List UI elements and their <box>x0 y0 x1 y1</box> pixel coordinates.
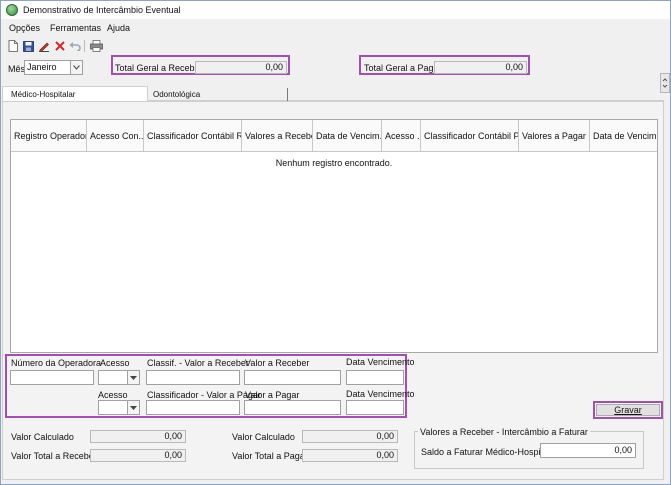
col-classificador-r[interactable]: Classificador Contábil R... <box>144 120 242 151</box>
col-acesso-con[interactable]: Acesso Con... <box>87 120 144 151</box>
col-acesso[interactable]: Acesso ... <box>382 120 421 151</box>
title-bar: Demonstrativo de Intercâmbio Eventual <box>1 1 670 19</box>
classif-pagar-input[interactable] <box>146 400 240 415</box>
valor-calculado-receber-label: Valor Calculado <box>11 432 74 442</box>
saldo-group-title: Valores a Receber - Intercâmbio a Fatura… <box>418 427 590 437</box>
save-icon[interactable] <box>21 39 35 53</box>
col-data-vencim-2[interactable]: Data de Vencim... <box>590 120 657 151</box>
empty-message: Nenhum registro encontrado. <box>275 158 393 168</box>
tab-odonto-label: Odontológica <box>153 90 201 99</box>
new-document-icon[interactable] <box>6 39 20 53</box>
valor-pagar-label: Valor a Pagar <box>245 390 300 400</box>
classif-receber-label: Classif. - Valor a Receber <box>147 358 249 368</box>
total-receber-label: Total Geral a Receber: <box>115 63 206 73</box>
valor-calculado-pagar-label: Valor Calculado <box>232 432 295 442</box>
col-valores-pagar[interactable]: Valores a Pagar <box>519 120 590 151</box>
acesso-pagar-select[interactable] <box>98 400 140 415</box>
chevron-down-icon[interactable] <box>127 401 139 414</box>
grid-header: Registro Operadora Acesso Con... Classif… <box>11 120 657 152</box>
acesso-pagar-label: Acesso <box>98 390 128 400</box>
saldo-input[interactable]: 0,00 <box>540 443 636 458</box>
valor-total-pagar-value: 0,00 <box>302 449 398 462</box>
valor-receber-input[interactable] <box>244 370 341 385</box>
data-venc-pagar-input[interactable] <box>346 400 404 415</box>
data-venc-pagar-label: Data Vencimento <box>346 389 415 399</box>
menu-ajuda[interactable]: Ajuda <box>107 23 130 33</box>
edit-icon[interactable] <box>37 39 51 53</box>
tab-medico-hospitalar[interactable]: Médico-Hospitalar <box>2 86 148 101</box>
acesso-receber-label: Acesso <box>100 358 130 368</box>
col-registro-operadora[interactable]: Registro Operadora <box>11 120 87 151</box>
toolbar-separator <box>84 40 85 52</box>
tab-odontologica[interactable]: Odontológica <box>148 88 288 101</box>
valor-receber-label: Valor a Receber <box>245 358 310 368</box>
total-pagar-label: Total Geral a Pagar: <box>364 63 445 73</box>
acesso-receber-value <box>99 371 127 384</box>
saldo-label: Saldo a Faturar Médico-Hospitalar <box>421 447 559 457</box>
valor-calculado-receber-value: 0,00 <box>90 430 186 443</box>
print-icon[interactable] <box>89 39 103 53</box>
gravar-button[interactable]: Gravar <box>596 404 660 416</box>
valor-total-pagar-label: Valor Total a Pagar <box>232 451 308 461</box>
classif-receber-input[interactable] <box>146 370 240 385</box>
chevron-down-icon[interactable] <box>70 61 82 74</box>
delete-icon[interactable] <box>53 39 67 53</box>
menu-opcoes[interactable]: Opções <box>9 23 40 33</box>
acesso-pagar-value <box>99 401 127 414</box>
data-venc-receber-input[interactable] <box>346 370 404 385</box>
mes-value: Janeiro <box>27 62 57 72</box>
valor-total-receber-label: Valor Total a Receber <box>11 451 97 461</box>
col-classificador-p[interactable]: Classificador Contábil P... <box>421 120 519 151</box>
mes-label: Mês <box>8 64 26 74</box>
scroll-arrow[interactable] <box>660 73 670 93</box>
total-pagar-value: 0,00 <box>434 61 527 74</box>
numero-operadora-label: Número da Operadora <box>11 358 102 368</box>
total-receber-value: 0,00 <box>195 61 287 74</box>
col-data-vencim-1[interactable]: Data de Vencim... <box>313 120 382 151</box>
mes-select[interactable]: Janeiro <box>24 60 83 75</box>
data-venc-receber-label: Data Vencimento <box>346 357 415 367</box>
numero-operadora-input[interactable] <box>10 370 94 385</box>
valor-total-receber-value: 0,00 <box>90 449 186 462</box>
chevron-down-icon[interactable] <box>127 371 139 384</box>
classif-pagar-label: Classificador - Valor a Pagar <box>147 390 261 400</box>
undo-icon[interactable] <box>68 39 82 53</box>
toolbar <box>1 36 670 93</box>
menu-bar: Opções Ferramentas Ajuda <box>1 19 670 36</box>
acesso-receber-select[interactable] <box>98 370 140 385</box>
app-icon <box>6 4 18 16</box>
menu-ferramentas[interactable]: Ferramentas <box>50 23 101 33</box>
valor-pagar-input[interactable] <box>244 400 341 415</box>
records-grid[interactable]: Registro Operadora Acesso Con... Classif… <box>10 119 658 353</box>
valor-calculado-pagar-value: 0,00 <box>302 430 398 443</box>
window-title: Demonstrativo de Intercâmbio Eventual <box>23 5 181 15</box>
tab-medico-label: Médico-Hospitalar <box>11 90 76 99</box>
col-valores-receber[interactable]: Valores a Receber <box>242 120 313 151</box>
